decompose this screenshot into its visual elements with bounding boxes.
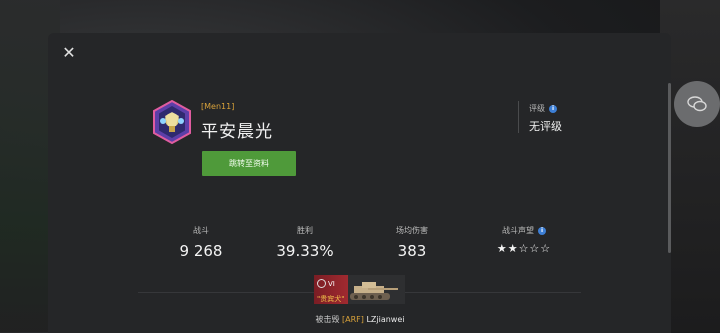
tier-icon (317, 279, 326, 288)
stat-reputation-label: 战斗声望 (502, 226, 534, 235)
player-profile-modal: ✕ [Men11] 平安晨光 跳转至资料 评级 i 无评级 战斗 9 268 胜… (48, 33, 671, 333)
killed-by-prefix: 被击毁 (315, 315, 340, 324)
rating-label-row: 评级 i (529, 103, 557, 114)
info-icon[interactable]: i (538, 226, 546, 235)
stat-battles-value: 9 268 (179, 242, 223, 260)
rating-divider (518, 101, 519, 133)
close-icon[interactable]: ✕ (61, 45, 77, 61)
rank-badge-icon (153, 100, 191, 144)
player-name: 平安晨光 (201, 122, 273, 142)
killer-clan: [ARF] (342, 315, 364, 324)
tank-tier: VI (317, 279, 335, 288)
clan-tag: [Men11] (201, 102, 235, 111)
stat-battles-label: 战斗 (193, 226, 209, 235)
stat-avg-damage: 场均伤害 383 (377, 225, 447, 260)
killed-by: 被击毁 [ARF] LZjianwei (0, 314, 720, 325)
reputation-stars: ★★☆☆☆ (496, 242, 552, 255)
stat-victories-label: 胜利 (297, 226, 313, 235)
stat-victories-value: 39.33% (276, 242, 334, 260)
stat-avg-damage-label: 场均伤害 (396, 226, 428, 235)
goto-profile-button[interactable]: 跳转至资料 (202, 151, 296, 176)
scrollbar[interactable] (668, 83, 671, 253)
chat-icon (687, 96, 707, 112)
info-icon[interactable]: i (549, 104, 557, 113)
tank-tier-label: VI (328, 279, 335, 288)
stat-reputation: 战斗声望 i ★★☆☆☆ (484, 225, 564, 255)
tank-card[interactable]: VI "贵宾犬" (314, 275, 405, 304)
tank-name: "贵宾犬" (317, 295, 345, 303)
chat-button[interactable] (674, 81, 720, 127)
stat-avg-damage-value: 383 (397, 242, 427, 260)
tank-image (350, 282, 398, 300)
goto-profile-label: 跳转至资料 (229, 159, 269, 168)
stat-victories: 胜利 39.33% (270, 225, 340, 260)
killer-name: LZjianwei (366, 315, 405, 324)
rating-value: 无评级 (529, 120, 562, 133)
stat-battles: 战斗 9 268 (166, 225, 236, 260)
rating-label: 评级 (529, 104, 545, 113)
